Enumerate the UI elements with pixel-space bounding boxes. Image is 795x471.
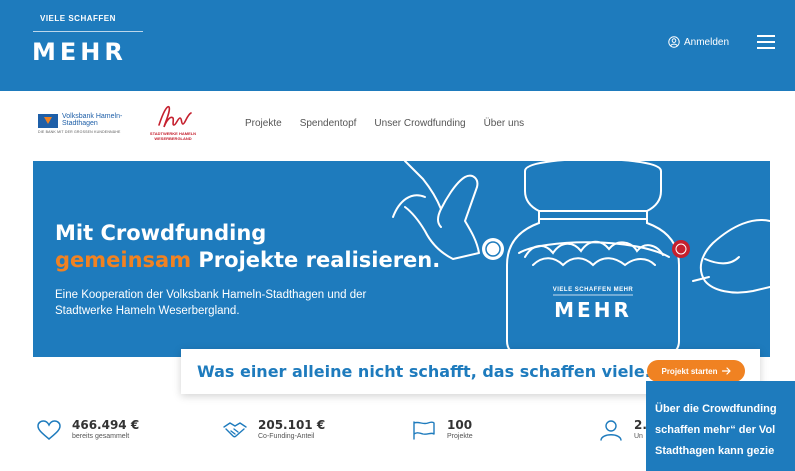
info-overlay[interactable]: Über die Crowdfunding schaffen mehr“ der… [646,381,795,471]
hero-subtitle: Eine Kooperation der Volksbank Hameln-St… [55,289,367,317]
overlay-line-2: schaffen mehr“ der Vol [655,424,776,436]
volksbank-tagline: DIE BANK MIT DER GROSSEN KUNDENNÄHE [38,130,121,134]
overlay-text: Über die Crowdfunding schaffen mehr“ der… [655,399,795,462]
stat-cofunding: 205.101 € Co-Funding-Anteil [222,419,325,441]
red-coin-icon [672,240,690,258]
arrow-right-icon [721,367,731,375]
overlay-line-1: Über die Crowdfunding [655,403,777,415]
site-logo[interactable]: MEHR [32,38,127,66]
hero-title-line1: Mit Crowdfunding [55,221,267,245]
volksbank-name: Volksbank Hameln-Stadthagen [62,113,123,127]
stat-collected: 466.494 € bereits gesammelt [36,419,139,441]
login-label: Anmelden [684,36,730,48]
stat-collected-label: bereits gesammelt [72,433,130,440]
handshake-icon [223,422,247,438]
nav-item-crowdfunding[interactable]: Unser Crowdfunding [374,118,465,129]
flag-icon [413,421,435,440]
main-nav: Volksbank Hameln-Stadthagen DIE BANK MIT… [0,91,795,161]
stat-supporters-label: Un [634,433,643,440]
login-button[interactable]: Anmelden [668,36,729,48]
stat-projects-label: Projekte [447,433,473,440]
logo-tagline: VIELE SCHAFFEN [40,14,116,23]
stat-supporters-value: 2. [634,418,647,432]
nav-item-spendentopf[interactable]: Spendentopf [300,118,357,129]
stat-cofunding-value: 205.101 € [258,418,326,432]
stadtwerke-signature-icon [158,105,192,128]
hero-title-line2: gemeinsam Projekte realisieren. [55,248,440,272]
heart-icon [37,420,61,440]
start-project-label: Projekt starten [661,366,718,376]
start-project-button[interactable]: Projekt starten [647,360,745,382]
stadtwerke-logo[interactable]: STADTWERKE HAMELN WESERBERGLAND [145,103,201,149]
stat-projects-value: 100 [447,418,473,432]
nav-item-ueber-uns[interactable]: Über uns [484,118,525,129]
slogan-text: Was einer alleine nicht schafft, das sch… [197,362,651,381]
site-header: VIELE SCHAFFEN MEHR Anmelden [0,0,795,91]
stat-supporters: 2. Un [598,419,647,441]
logo-divider [33,31,143,32]
hero-banner: VIELE SCHAFFEN MEHR MEHR Mit Crowdfundin… [33,161,770,357]
hero-title-rest: Projekte realisieren. [191,248,441,272]
nav-links: Projekte Spendentopf Unser Crowdfunding … [245,118,542,129]
stadtwerke-name: STADTWERKE HAMELN WESERBERGLAND [149,131,197,141]
user-circle-icon [668,36,680,48]
overlay-line-3: Stadthagen kann gezie [655,445,775,457]
volksbank-mark-icon [38,114,58,128]
stat-projects: 100 Projekte [411,419,473,441]
jar-label-big: MEHR [554,298,632,322]
jar-label-small: VIELE SCHAFFEN MEHR [553,287,634,293]
nav-item-projekte[interactable]: Projekte [245,118,282,129]
stat-cofunding-label: Co-Funding-Anteil [258,433,315,440]
person-icon [600,420,622,441]
hamburger-icon[interactable] [757,35,775,49]
stat-collected-value: 466.494 € [72,418,140,432]
hero-title-accent: gemeinsam [55,248,192,272]
